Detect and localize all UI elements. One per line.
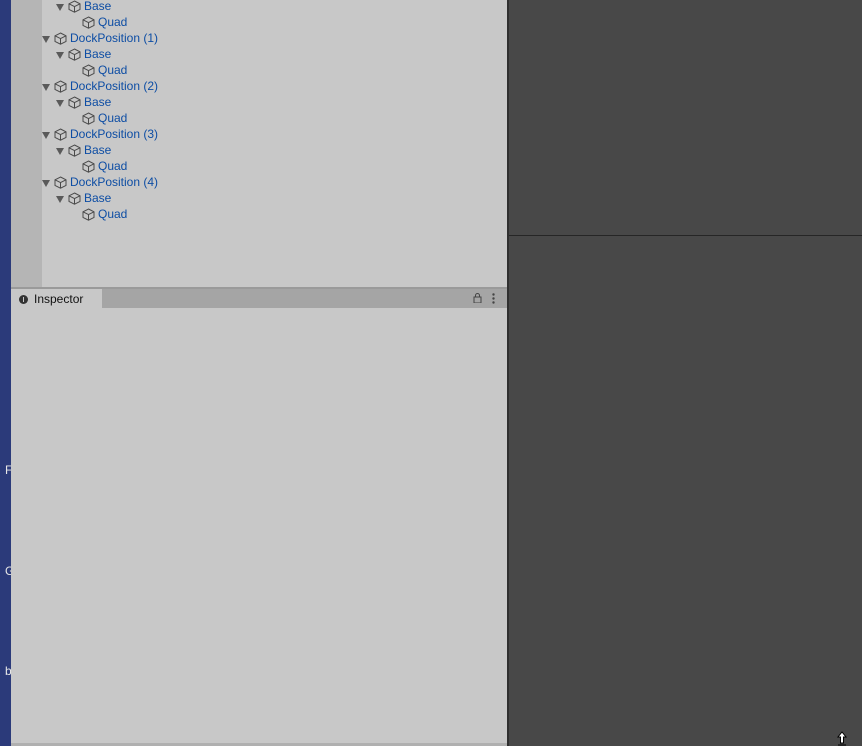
hierarchy-item-label: Base: [84, 191, 112, 205]
expand-triangle-icon[interactable]: [56, 2, 65, 11]
hierarchy-item-label: Quad: [98, 15, 128, 29]
expand-triangle-icon[interactable]: [42, 178, 51, 187]
hierarchy-item[interactable]: Base: [56, 0, 111, 14]
resize-cursor-icon: [836, 731, 848, 746]
hierarchy-tree: Base Quad DockPosition (1) Base Quad DockPosi…: [42, 0, 507, 287]
gameobject-cube-icon: [54, 79, 67, 93]
hierarchy-item-label: Quad: [98, 111, 128, 125]
expand-triangle-icon[interactable]: [42, 82, 51, 91]
lock-icon[interactable]: [473, 293, 482, 303]
gameobject-cube-icon: [68, 95, 81, 109]
inspector-panel-body: [11, 308, 507, 746]
gameobject-cube-icon: [82, 63, 95, 77]
hierarchy-item[interactable]: Quad: [70, 14, 127, 30]
hierarchy-item[interactable]: Quad: [70, 206, 127, 222]
hierarchy-item-label: Base: [84, 47, 112, 61]
info-icon: [19, 294, 28, 304]
hierarchy-item-label: Base: [84, 95, 112, 109]
expand-triangle-icon[interactable]: [56, 98, 65, 107]
hierarchy-gutter: [11, 0, 42, 287]
gameobject-cube-icon: [68, 191, 81, 205]
hierarchy-item[interactable]: DockPosition (3): [42, 126, 158, 142]
hierarchy-item[interactable]: Quad: [70, 158, 127, 174]
expand-triangle-icon[interactable]: [42, 130, 51, 139]
hierarchy-item-label: Quad: [98, 207, 128, 221]
gameobject-cube-icon: [68, 0, 81, 13]
inspector-tab-bar: Inspector: [11, 289, 507, 309]
hierarchy-item[interactable]: DockPosition (4): [42, 174, 158, 190]
tab-inspector-label: Inspector: [34, 292, 84, 306]
hierarchy-item[interactable]: DockPosition (2): [42, 78, 158, 94]
tab-inspector[interactable]: Inspector: [11, 289, 102, 309]
gameobject-cube-icon: [82, 207, 95, 221]
hierarchy-item[interactable]: Base: [56, 142, 111, 158]
hierarchy-item-label: Quad: [98, 63, 128, 77]
hierarchy-item[interactable]: Quad: [70, 62, 127, 78]
expand-triangle-icon[interactable]: [56, 50, 65, 59]
gameobject-cube-icon: [82, 111, 95, 125]
hierarchy-item-label: DockPosition (2): [70, 79, 159, 93]
scene-view-top[interactable]: [509, 0, 862, 235]
gameobject-cube-icon: [54, 31, 67, 45]
hierarchy-item[interactable]: Base: [56, 190, 111, 206]
scene-view-bottom[interactable]: [509, 236, 862, 746]
gameobject-cube-icon: [82, 15, 95, 29]
hierarchy-item[interactable]: Quad: [70, 110, 127, 126]
hierarchy-item-label: DockPosition (1): [70, 31, 159, 45]
hierarchy-item-label: Quad: [98, 159, 128, 173]
expand-triangle-icon[interactable]: [56, 194, 65, 203]
hierarchy-panel: Base Quad DockPosition (1) Base Quad DockPosi…: [11, 0, 507, 287]
expand-triangle-icon[interactable]: [42, 34, 51, 43]
gameobject-cube-icon: [68, 143, 81, 157]
gameobject-cube-icon: [68, 47, 81, 61]
hierarchy-item[interactable]: Base: [56, 46, 111, 62]
gameobject-cube-icon: [54, 175, 67, 189]
hierarchy-item[interactable]: Base: [56, 94, 111, 110]
gameobject-cube-icon: [82, 159, 95, 173]
hierarchy-item-label: Base: [84, 0, 112, 13]
hierarchy-item-label: Base: [84, 143, 112, 157]
expand-triangle-icon[interactable]: [56, 146, 65, 155]
desktop-background-strip: F G b: [0, 0, 11, 746]
more-options-icon[interactable]: [492, 293, 495, 304]
hierarchy-item-label: DockPosition (3): [70, 127, 159, 141]
hierarchy-item-label: DockPosition (4): [70, 175, 159, 189]
gameobject-cube-icon: [54, 127, 67, 141]
hierarchy-item[interactable]: DockPosition (1): [42, 30, 158, 46]
